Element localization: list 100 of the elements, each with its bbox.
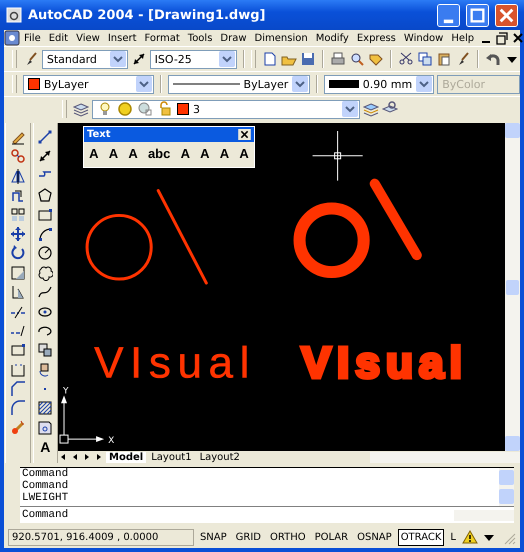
region-icon[interactable]: [37, 420, 54, 436]
history-line: Command: [22, 480, 70, 492]
stretch-icon[interactable]: [10, 284, 26, 300]
copy-icon[interactable]: [417, 51, 434, 67]
menu-item[interactable]: Modify: [312, 32, 353, 44]
save-icon[interactable]: [300, 51, 316, 67]
status-toggle[interactable]: ORTHO: [267, 528, 309, 546]
scale-icon[interactable]: [10, 264, 26, 281]
history-line: Command: [22, 468, 70, 480]
text-tool[interactable]: A: [180, 146, 190, 162]
clipboard-icon[interactable]: [436, 51, 452, 67]
layout-tab[interactable]: Model: [106, 452, 146, 462]
sun-icon: [117, 101, 133, 117]
status-toggle[interactable]: OSNAP: [354, 528, 395, 546]
text-tool[interactable]: A: [89, 146, 98, 162]
menu-item[interactable]: Edit: [44, 32, 72, 44]
linked-circles-icon[interactable]: [10, 148, 26, 164]
drawing-text: VIsual: [302, 338, 462, 388]
new-document-icon[interactable]: [262, 51, 278, 67]
layer-dropdown[interactable]: 3: [92, 100, 360, 118]
layer-stack-icon[interactable]: [363, 101, 379, 117]
toolbar-title: Text: [87, 129, 111, 140]
hatch-icon[interactable]: [37, 400, 54, 416]
close-icon[interactable]: [238, 129, 251, 140]
menu-item[interactable]: View: [72, 32, 104, 44]
status-toggle[interactable]: OTRACK: [398, 528, 444, 546]
chamfer-icon[interactable]: [10, 381, 26, 398]
lineweight-dropdown[interactable]: 0.90 mm: [324, 74, 434, 94]
menu-item[interactable]: Draw: [216, 32, 251, 44]
array-icon[interactable]: [10, 206, 26, 223]
text-tool[interactable]: A: [239, 146, 249, 162]
arc-icon[interactable]: [37, 226, 54, 242]
menu-item[interactable]: Help: [447, 32, 478, 44]
menu-item[interactable]: Dimension: [250, 32, 312, 44]
crosshair-cursor: [312, 130, 364, 182]
menu-item[interactable]: Format: [140, 32, 184, 44]
app-icon: [6, 7, 22, 23]
magnifier-icon[interactable]: [349, 51, 366, 67]
cloud-icon[interactable]: [37, 264, 54, 281]
text-tool[interactable]: A: [128, 146, 138, 162]
caret-icon: [136, 76, 152, 92]
window-title: AutoCAD 2004 - [Drawing1.dwg]: [28, 8, 266, 22]
dimension-style-icon[interactable]: [130, 51, 147, 67]
block-icon[interactable]: [37, 342, 54, 358]
menu-item[interactable]: Tools: [184, 32, 216, 44]
vertical-scrollbar[interactable]: [505, 123, 520, 451]
maximize-button[interactable]: [466, 4, 489, 26]
minimize-button[interactable]: [437, 4, 460, 26]
text-style-dropdown[interactable]: Standard: [42, 50, 128, 68]
move-arrows-icon[interactable]: [10, 226, 26, 242]
undo-icon[interactable]: [485, 51, 501, 67]
rectangle-icon[interactable]: [10, 342, 26, 358]
caret-icon: [219, 51, 236, 67]
axis-label: X: [108, 436, 114, 446]
menu-item[interactable]: Insert: [104, 32, 141, 44]
command-scrollbar[interactable]: [499, 468, 514, 506]
text-tool[interactable]: A: [108, 146, 118, 162]
lineweight-sample: [329, 80, 359, 88]
double-arrow-icon[interactable]: [37, 148, 54, 164]
restore-icon[interactable]: [494, 30, 510, 46]
coordinates-field: 920.5701, 916.4009 , 0.0000: [8, 528, 194, 546]
drawing-icon[interactable]: [4, 30, 20, 46]
caret-icon: [416, 76, 432, 92]
layers-icon[interactable]: [73, 101, 89, 117]
multiline-text-tool[interactable]: A: [40, 439, 50, 456]
text-tool[interactable]: abc: [148, 146, 170, 162]
caret-icon: [292, 76, 308, 92]
horizontal-scrollbar[interactable]: [370, 452, 520, 462]
horizontal-scrollbar[interactable]: [454, 510, 514, 520]
line-icon[interactable]: [37, 129, 54, 145]
dimension-style-dropdown[interactable]: ISO-25: [150, 50, 238, 68]
linetype-sample: [173, 82, 240, 86]
warning-icon[interactable]: [462, 529, 478, 545]
status-toggle[interactable]: L: [447, 528, 459, 546]
rotate-icon[interactable]: [10, 245, 26, 262]
menu-item[interactable]: Window: [400, 32, 448, 44]
command-prompt: Command: [21, 509, 70, 521]
rectangle-icon[interactable]: [37, 206, 54, 223]
pentagon-icon[interactable]: [37, 187, 54, 204]
history-line: LWEIGHT: [22, 492, 70, 504]
status-toggle[interactable]: GRID: [232, 528, 264, 546]
caret-icon: [342, 101, 358, 117]
menu-item[interactable]: File: [20, 32, 45, 44]
circle-icon[interactable]: [37, 245, 54, 262]
close-button[interactable]: [495, 4, 518, 26]
status-toggle[interactable]: SNAP: [196, 528, 230, 546]
layout-tab[interactable]: Layout2: [196, 452, 243, 462]
scissors-icon[interactable]: [398, 51, 414, 67]
text-tool[interactable]: A: [220, 146, 230, 162]
color-dropdown[interactable]: ByLayer: [22, 74, 154, 94]
status-toggle[interactable]: POLAR: [312, 528, 352, 546]
mirror-icon[interactable]: [10, 168, 26, 184]
linetype-dropdown[interactable]: ByLayer: [168, 74, 310, 94]
printer-icon[interactable]: [330, 51, 346, 67]
caret-icon: [110, 51, 126, 67]
menu-item[interactable]: Express: [352, 32, 400, 44]
layout-tab[interactable]: Layout1: [148, 452, 195, 462]
text-tool[interactable]: A: [200, 146, 210, 162]
fillet-icon[interactable]: [10, 400, 26, 416]
open-rectangle-icon[interactable]: [10, 362, 26, 378]
